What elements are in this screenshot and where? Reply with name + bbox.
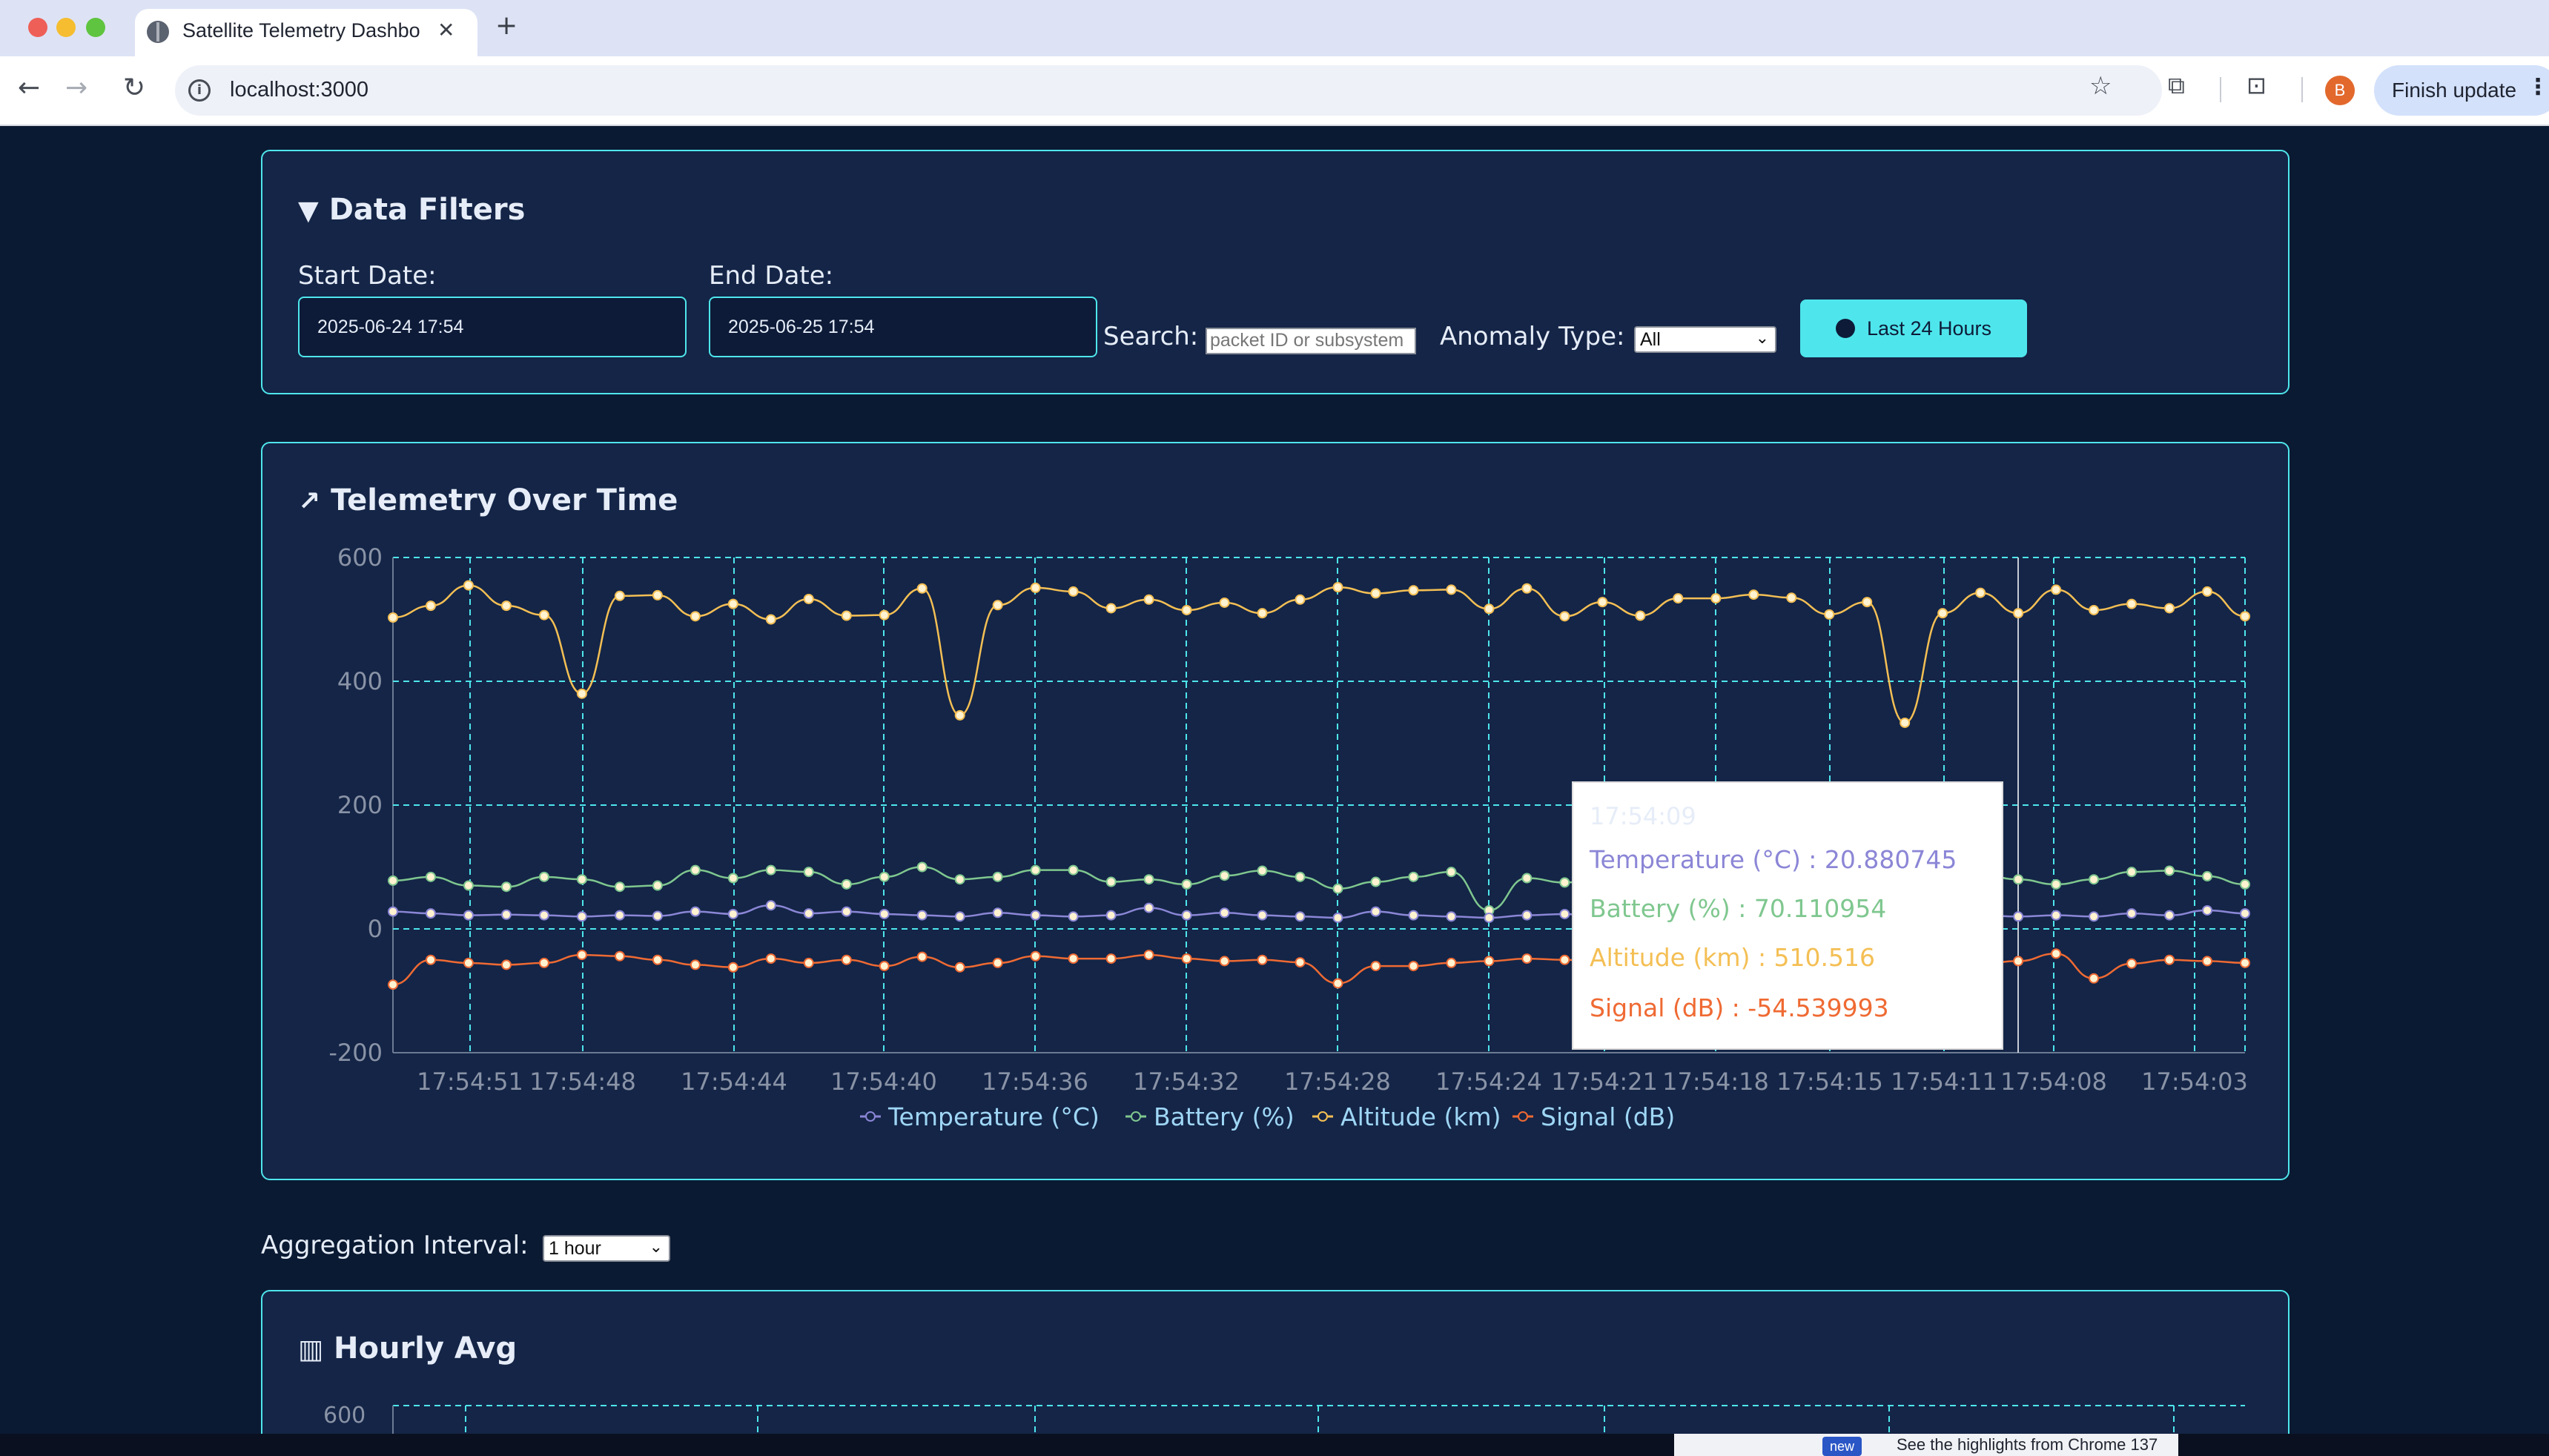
bookmark-star-icon[interactable]: ☆: [2089, 71, 2112, 101]
hourly-y-tick: 600: [323, 1403, 366, 1429]
menu-kebab-icon[interactable]: ⋮: [2527, 74, 2549, 100]
hourly-avg-panel: ▥ Hourly Avg: [261, 1290, 2290, 1456]
search-input[interactable]: packet ID or subsystem: [1206, 328, 1416, 354]
site-info-icon[interactable]: i: [188, 79, 211, 102]
extensions-icon[interactable]: ⧉: [2168, 71, 2185, 100]
promo-text: See the highlights from Chrome 137: [1897, 1435, 2158, 1454]
search-label: Search:: [1103, 322, 1199, 351]
forward-arrow-icon[interactable]: →: [65, 73, 87, 103]
start-date-input[interactable]: 2025-06-24 17:54: [298, 297, 687, 357]
chart-tooltip: 17:54:09 Temperature (°C) : 20.880745 Ba…: [1572, 781, 2003, 1050]
chevron-down-icon: ⌄: [1755, 328, 1769, 347]
bar-chart-icon: ▥: [298, 1334, 324, 1365]
new-tab-icon[interactable]: +: [495, 10, 518, 41]
reload-icon[interactable]: ↻: [123, 73, 145, 103]
url-text[interactable]: localhost:3000: [230, 78, 368, 102]
aggregation-interval-label: Aggregation Interval:: [261, 1231, 529, 1260]
tab-search-icon[interactable]: ⊡: [2247, 71, 2267, 99]
aggregation-interval-value: 1 hour: [549, 1238, 601, 1259]
hourly-avg-title: ▥ Hourly Avg: [298, 1331, 517, 1366]
end-date-input[interactable]: 2025-06-25 17:54: [709, 297, 1097, 357]
tab-title: Satellite Telemetry Dashboard: [182, 19, 420, 42]
last-24-hours-label: Last 24 Hours: [1866, 317, 1992, 340]
chrome-promo[interactable]: new See the highlights from Chrome 137: [1674, 1434, 2178, 1456]
browser-toolbar: ← → ↻ i localhost:3000: [0, 56, 2549, 126]
data-filters-title-text: Data Filters: [328, 193, 526, 227]
tooltip-signal: Signal (dB) : -54.539993: [1590, 993, 1889, 1022]
data-filters-title: ▼ Data Filters: [298, 193, 525, 227]
telemetry-title-text: Telemetry Over Time: [331, 483, 678, 517]
minimize-window-button[interactable]: [56, 18, 76, 37]
chevron-down-icon: ⌄: [649, 1237, 663, 1256]
close-tab-icon[interactable]: ✕: [437, 18, 454, 42]
telemetry-title: ↗ Telemetry Over Time: [298, 483, 678, 517]
globe-icon: [147, 21, 169, 43]
clock-icon: [1835, 319, 1855, 338]
toolbar-divider: [2301, 77, 2303, 102]
zoom-window-button[interactable]: [86, 18, 105, 37]
data-filters-panel: ▼ Data Filters: [261, 150, 2290, 394]
back-arrow-icon[interactable]: ←: [18, 73, 40, 103]
end-date-label: End Date:: [709, 261, 834, 291]
line-chart-icon: ↗: [298, 486, 321, 517]
promo-new-badge: new: [1822, 1437, 1862, 1456]
filter-icon: ▼: [298, 196, 319, 226]
profile-avatar[interactable]: B: [2325, 76, 2355, 105]
anomaly-type-select[interactable]: All ⌄: [1634, 326, 1776, 353]
aggregation-interval-select[interactable]: 1 hour ⌄: [543, 1235, 670, 1262]
toolbar-divider: [2220, 77, 2221, 102]
anomaly-type-label: Anomaly Type:: [1440, 322, 1625, 351]
tooltip-altitude: Altitude (km) : 510.516: [1590, 943, 1876, 972]
start-date-label: Start Date:: [298, 261, 437, 291]
browser-tab-bar: Satellite Telemetry Dashboard ✕ +: [0, 0, 2549, 56]
close-window-button[interactable]: [28, 18, 47, 37]
tooltip-time: 17:54:09: [1590, 802, 1696, 830]
tooltip-temperature: Temperature (°C) : 20.880745: [1590, 845, 1957, 874]
hourly-avg-title-text: Hourly Avg: [334, 1331, 518, 1366]
tooltip-battery: Battery (%) : 70.110954: [1590, 894, 1887, 923]
address-bar[interactable]: i localhost:3000: [175, 65, 2162, 116]
finish-update-button[interactable]: Finish update: [2374, 65, 2549, 116]
last-24-hours-button[interactable]: Last 24 Hours: [1800, 300, 2027, 357]
anomaly-type-value: All: [1640, 329, 1661, 350]
browser-tab[interactable]: Satellite Telemetry Dashboard ✕: [135, 9, 477, 56]
